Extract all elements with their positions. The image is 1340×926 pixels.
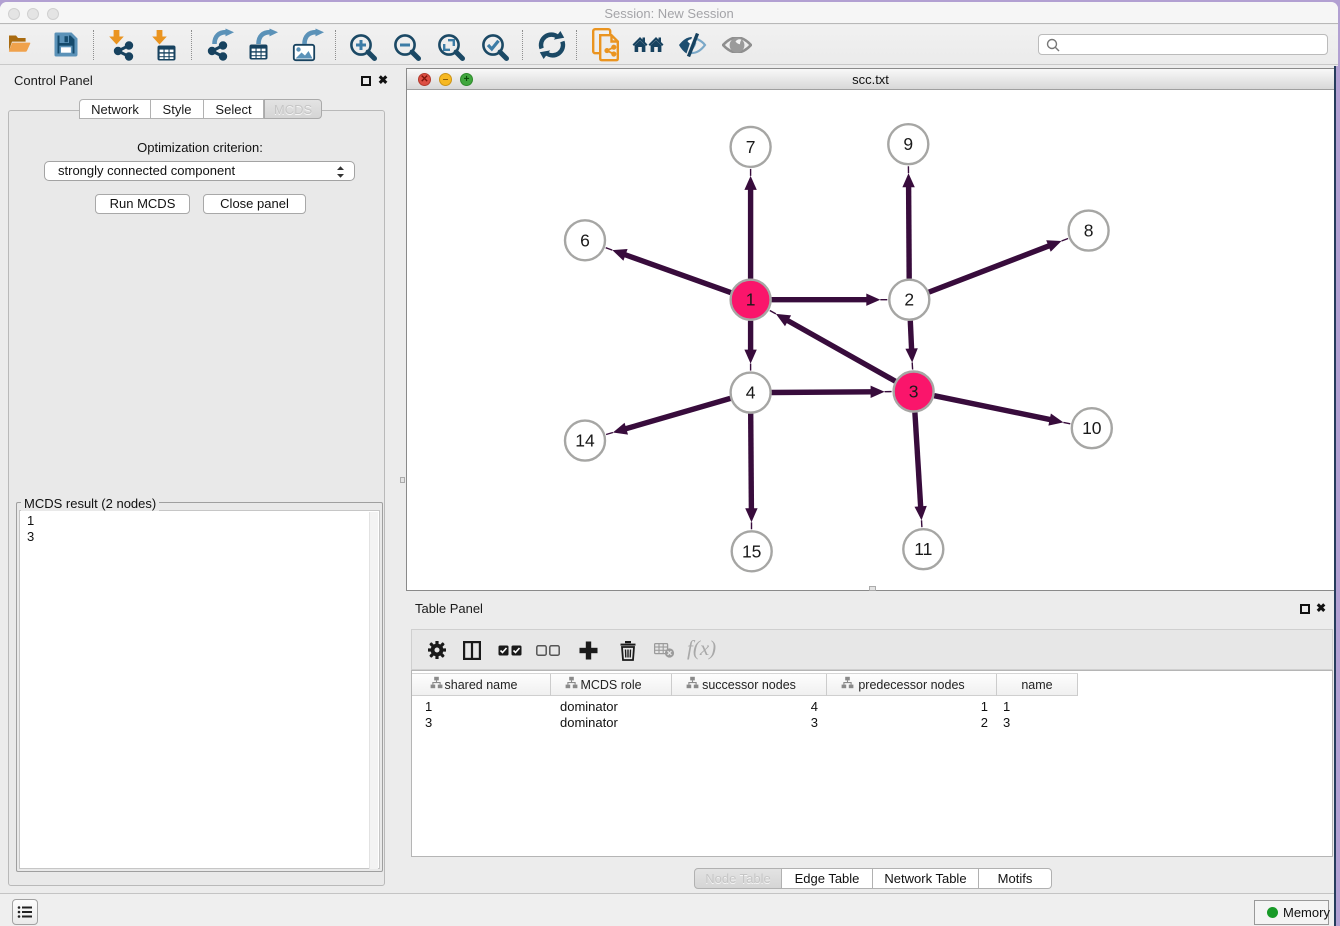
svg-text:6: 6: [580, 230, 590, 250]
svg-text:3: 3: [909, 382, 919, 402]
svg-text:11: 11: [914, 539, 932, 559]
svg-text:2: 2: [904, 290, 914, 310]
svg-text:8: 8: [1084, 221, 1094, 241]
svg-text:4: 4: [746, 383, 756, 403]
svg-text:10: 10: [1082, 418, 1102, 438]
svg-text:9: 9: [903, 134, 913, 154]
svg-text:14: 14: [575, 431, 595, 451]
svg-text:7: 7: [746, 137, 756, 157]
svg-text:1: 1: [746, 290, 756, 310]
svg-text:15: 15: [742, 541, 761, 561]
